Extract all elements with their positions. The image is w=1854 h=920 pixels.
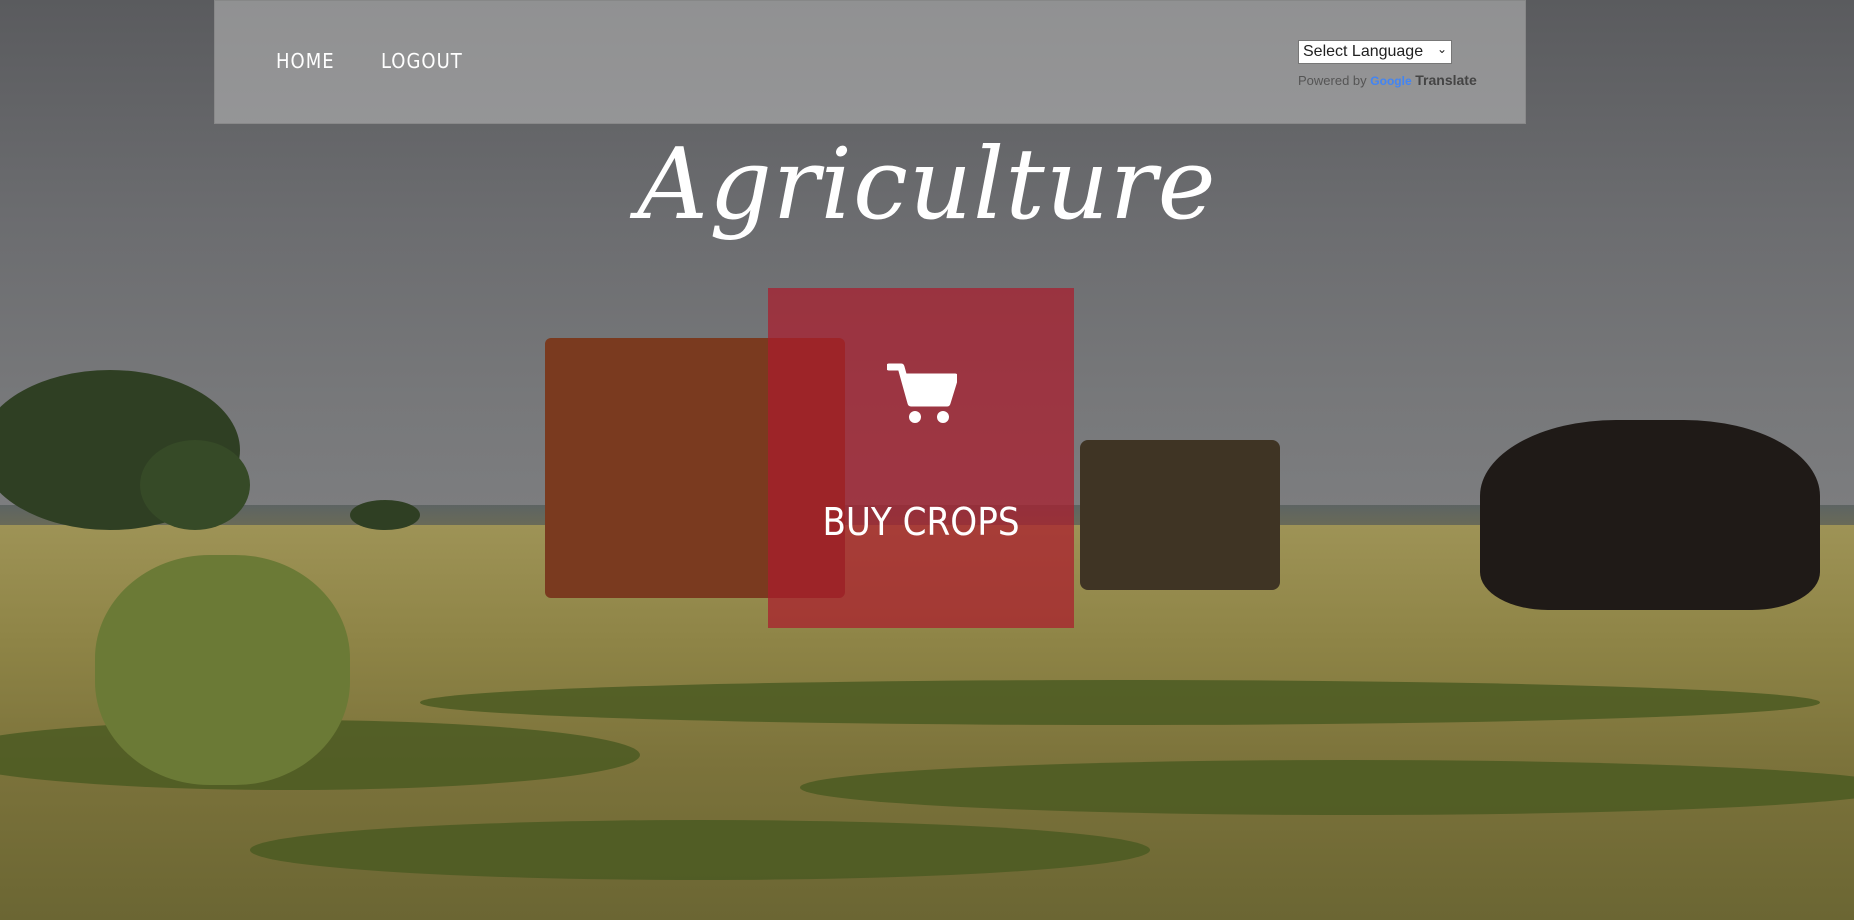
google-logo: Google <box>1370 74 1412 88</box>
shopping-cart-icon <box>887 363 957 423</box>
nav-home-link[interactable]: HOME <box>276 49 335 73</box>
chevron-down-icon: ⌄ <box>1436 42 1447 56</box>
page-title: Agriculture <box>637 128 1217 242</box>
nav-logout-link[interactable]: LOGOUT <box>381 49 463 73</box>
language-select[interactable]: Select Language ⌄ <box>1298 40 1452 64</box>
buy-crops-button[interactable]: BUY CROPS <box>768 288 1074 628</box>
powered-by-text: Powered by <box>1298 73 1367 88</box>
language-select-value: Select Language <box>1303 43 1424 60</box>
translate-link[interactable]: Translate <box>1415 72 1476 88</box>
google-translate-credit: Powered by Google Translate <box>1298 72 1477 88</box>
buy-crops-label: BUY CROPS <box>822 500 1020 544</box>
